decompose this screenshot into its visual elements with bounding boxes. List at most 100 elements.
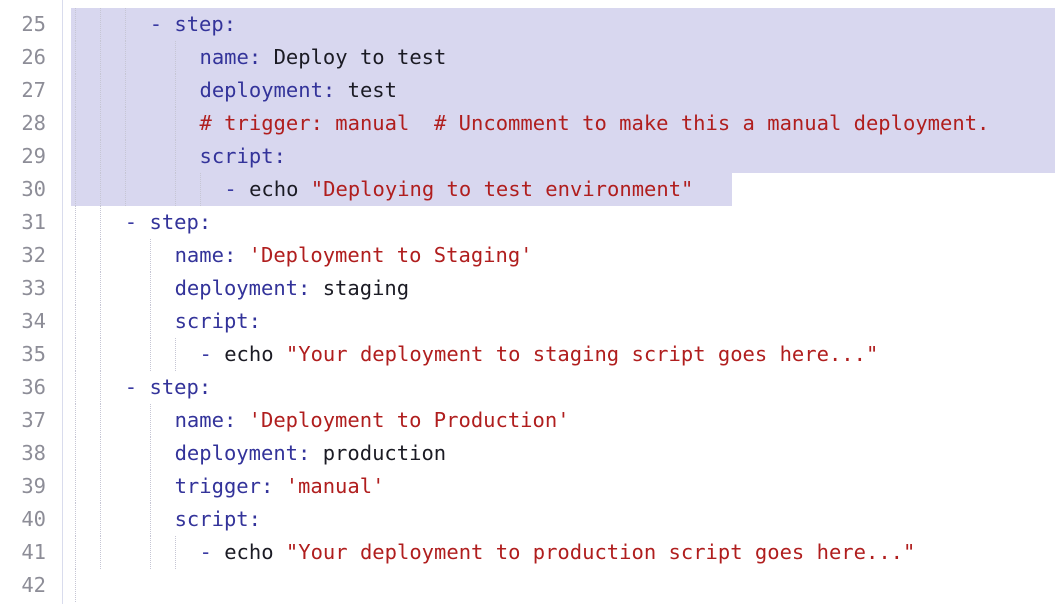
- line-number: 38: [21, 441, 46, 465]
- code-token-key: :: [322, 78, 348, 102]
- code-line[interactable]: - step:: [125, 206, 211, 239]
- code-line[interactable]: name: 'Deployment to Staging': [175, 239, 533, 272]
- code-token-key: :: [223, 243, 249, 267]
- indent-guide: [75, 206, 76, 239]
- code-line[interactable]: name: 'Deployment to Production': [175, 404, 570, 437]
- code-token-dash: -: [124, 375, 150, 399]
- code-token-key: deployment: [199, 78, 323, 102]
- indent-guide: [75, 41, 76, 74]
- line-number: 36: [21, 375, 46, 399]
- code-token-plain: echo: [224, 342, 286, 366]
- indent-guide: [124, 41, 126, 74]
- indent-guide: [75, 8, 76, 41]
- indent-guide: [75, 173, 76, 206]
- indent-guide: [99, 41, 101, 74]
- code-token-comment: # trigger: manual # Uncomment to make th…: [199, 111, 990, 135]
- line-number: 31: [21, 210, 46, 234]
- line-number: 40: [21, 507, 46, 531]
- code-token-dash: -: [124, 210, 150, 234]
- code-editor[interactable]: 25 26 27 28 29 30 31 32 33 34 35 36 37 38 39 40 41 42 - s…: [0, 0, 1055, 604]
- indent-guide: [75, 536, 76, 569]
- line-number: 28: [21, 111, 46, 135]
- line-number: 32: [21, 243, 46, 267]
- code-token-key: name: [174, 408, 224, 432]
- indent-guide: [99, 107, 101, 140]
- code-token-key: step: [174, 12, 224, 36]
- indent-guide: [99, 536, 101, 569]
- line-number: 42: [21, 573, 46, 597]
- line-number: 39: [21, 474, 46, 498]
- code-token-str: 'Deployment to Production': [248, 408, 570, 432]
- code-token-key: :: [248, 309, 261, 333]
- indent-guide: [149, 338, 151, 371]
- code-line[interactable]: - step:: [150, 8, 236, 41]
- indent-guide: [149, 503, 151, 536]
- line-number: 34: [21, 309, 46, 333]
- indent-guide: [75, 74, 76, 107]
- indent-guide: [75, 470, 76, 503]
- indent-guide: [75, 305, 76, 338]
- code-area[interactable]: - step: name: Deploy to test deployment: t…: [63, 0, 1055, 604]
- code-line[interactable]: trigger: 'manual': [175, 470, 385, 503]
- indent-guide: [99, 470, 101, 503]
- indent-guide: [75, 569, 76, 602]
- code-line[interactable]: deployment: test: [200, 74, 397, 107]
- indent-guide: [75, 107, 76, 140]
- code-token-key: :: [223, 12, 237, 36]
- line-number: 26: [21, 45, 46, 69]
- code-token-key: deployment: [174, 441, 299, 465]
- indent-guide: [199, 173, 201, 206]
- indent-guide: [174, 536, 176, 569]
- line-number: 35: [21, 342, 46, 366]
- code-line[interactable]: script:: [175, 305, 261, 338]
- code-token-dash: -: [149, 12, 175, 36]
- indent-guide: [99, 8, 101, 41]
- indent-guide: [149, 272, 151, 305]
- code-token-key: :: [273, 144, 286, 168]
- indent-guide: [124, 140, 126, 173]
- code-token-key: :: [248, 507, 261, 531]
- code-line[interactable]: # trigger: manual # Uncomment to make th…: [200, 107, 990, 140]
- line-number: 27: [21, 78, 46, 102]
- code-token-key: :: [198, 210, 212, 234]
- code-token-plain: staging: [322, 276, 410, 300]
- indent-guide: [174, 107, 176, 140]
- code-token-key: step: [149, 375, 199, 399]
- code-token-key: script: [174, 507, 249, 531]
- line-number: 41: [21, 540, 46, 564]
- indent-guide: [174, 338, 176, 371]
- code-token-key: :: [198, 375, 212, 399]
- indent-guide: [99, 503, 101, 536]
- code-token-str: 'manual': [285, 474, 385, 498]
- indent-guide: [99, 173, 101, 206]
- code-token-key: trigger: [174, 474, 261, 498]
- code-token-dash: -: [199, 342, 225, 366]
- indent-guide: [99, 74, 101, 107]
- indent-guide: [174, 74, 176, 107]
- indent-guide: [149, 470, 151, 503]
- code-line[interactable]: - echo "Your deployment to production sc…: [200, 536, 916, 569]
- code-line[interactable]: script:: [200, 140, 286, 173]
- code-token-str: 'Deployment to Staging': [248, 243, 533, 267]
- indent-guide: [75, 404, 76, 437]
- indent-guide: [75, 503, 76, 536]
- code-token-key: name: [174, 243, 224, 267]
- code-line[interactable]: script:: [175, 503, 261, 536]
- line-number: 37: [21, 408, 46, 432]
- indent-guide: [75, 140, 76, 173]
- indent-guide: [149, 239, 151, 272]
- indent-guide: [149, 305, 151, 338]
- indent-guide: [75, 371, 76, 404]
- code-line[interactable]: deployment: production: [175, 437, 447, 470]
- indent-guide: [149, 437, 151, 470]
- code-line[interactable]: deployment: staging: [175, 272, 410, 305]
- code-line[interactable]: name: Deploy to test: [200, 41, 447, 74]
- code-line[interactable]: - echo "Your deployment to staging scrip…: [200, 338, 879, 371]
- indent-guide: [99, 272, 101, 305]
- code-token-key: :: [298, 441, 323, 465]
- code-line[interactable]: - step:: [125, 371, 211, 404]
- code-line[interactable]: - echo "Deploying to test environment": [224, 173, 693, 206]
- indent-guide: [99, 140, 101, 173]
- code-token-key: :: [261, 474, 286, 498]
- code-token-plain: echo: [249, 177, 311, 201]
